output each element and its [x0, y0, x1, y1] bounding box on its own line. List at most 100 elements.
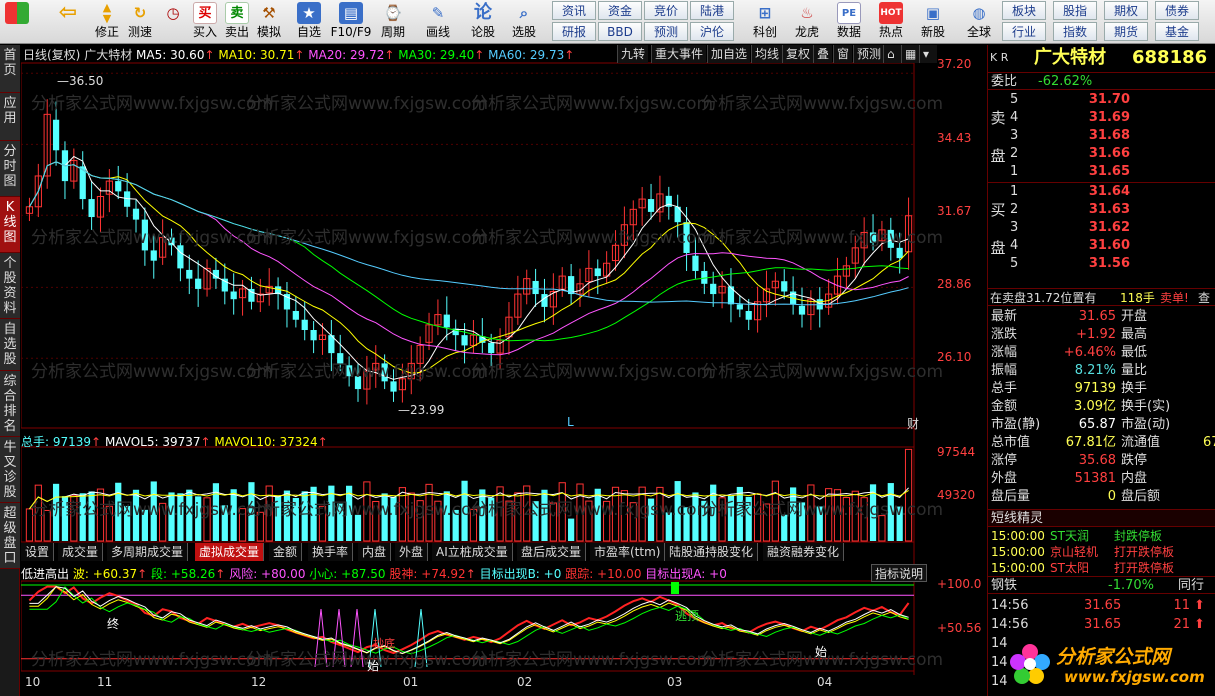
draw-button[interactable]: ✎ 画线: [420, 2, 456, 42]
kline-chart-area[interactable]: 分析家公式网www.fxjgsw.com 分析家公式网www.fxjgsw.co…: [21, 45, 986, 696]
simulate-button[interactable]: ⚒ 模拟: [254, 2, 284, 42]
volume-bar: [52, 483, 60, 541]
draw-label: 画线: [425, 25, 450, 39]
bid-row[interactable]: 1 31.64: [988, 183, 1215, 201]
watchlist-button[interactable]: ★ 自选: [292, 2, 326, 42]
tab-diagnose[interactable]: 牛叉诊股: [0, 437, 20, 503]
overlay-button[interactable]: 叠: [813, 45, 833, 63]
sell-alert-link[interactable]: 查: [1198, 289, 1210, 307]
add-watchlist-button[interactable]: 加自选: [707, 45, 751, 63]
indicator-tab-turnover[interactable]: 换手率: [308, 543, 354, 561]
volume-bar: [816, 506, 823, 541]
tab-profile[interactable]: 个股资料: [0, 253, 20, 319]
total-volume-label: 总手: 97139: [21, 435, 92, 449]
kechuang-button[interactable]: ⊞ 科创: [748, 2, 782, 42]
tick-volume: 11: [1173, 598, 1190, 613]
measure-button[interactable]: ◷: [158, 2, 188, 42]
indicator-tab-multi-volume[interactable]: 多周期成交量: [107, 543, 189, 561]
longhu-button[interactable]: ♨ 龙虎: [790, 2, 824, 42]
sell-alert-row[interactable]: 在卖盘31.72位置有 118手 卖单! 查: [988, 288, 1215, 306]
data-button[interactable]: PE 数据: [832, 2, 866, 42]
industry-button[interactable]: 行业: [1002, 22, 1046, 41]
report-button[interactable]: 研报: [552, 22, 596, 41]
f10-button[interactable]: ▤ F10/F9: [330, 2, 372, 42]
bid-row[interactable]: 2 31.63: [988, 201, 1215, 219]
bid-row[interactable]: 3 31.62: [988, 219, 1215, 237]
tab-kline[interactable]: K线图: [0, 197, 20, 253]
indicator-tab-amount[interactable]: 金额: [269, 543, 303, 561]
up-arrow-icon: ⬆: [1194, 598, 1205, 613]
indicator-tab-virtual-volume[interactable]: 虚拟成交量: [195, 543, 265, 561]
discuss-button[interactable]: 论 论股: [466, 2, 500, 42]
lock-icon[interactable]: ⌂: [883, 45, 901, 63]
window-button[interactable]: 窗: [833, 45, 853, 63]
tab-home[interactable]: 首页: [0, 45, 20, 93]
short-sprite-item[interactable]: 15:00:00 ST太阳 打开跌停板: [988, 559, 1215, 577]
bid-row[interactable]: 4 31.60: [988, 237, 1215, 255]
ask-row[interactable]: 3 31.68: [988, 127, 1215, 145]
volume-bar: [168, 492, 175, 541]
sector-row[interactable]: 钢铁 -1.70% 同行: [988, 576, 1215, 594]
bond-button[interactable]: 债券: [1155, 1, 1199, 20]
indicator-tab-margin[interactable]: 融资融券变化: [763, 543, 845, 561]
newstock-button[interactable]: ▣ 新股: [916, 2, 950, 42]
global-button[interactable]: ◍ 全球: [962, 2, 996, 42]
tab-ranking[interactable]: 综合排名: [0, 371, 20, 437]
indicator-tab-after-hours[interactable]: 盘后成交量: [517, 543, 587, 561]
kline-canvas[interactable]: [21, 45, 986, 696]
logo: 分析家公式网 www.fxjgsw.com: [1008, 638, 1214, 694]
indicator-tab-pe-ttm[interactable]: 市盈率(ttm): [590, 543, 666, 561]
fund-button[interactable]: 资金: [598, 1, 642, 20]
revise-button[interactable]: ↻ 测速: [125, 2, 155, 42]
updown-button[interactable]: ▲ ▼ 修正: [92, 2, 122, 42]
period-button[interactable]: ⌚ 周期: [376, 2, 410, 42]
chevron-down-icon[interactable]: ▾: [919, 45, 937, 63]
shlondon-button[interactable]: 沪伦: [690, 22, 734, 41]
hot-button[interactable]: HOT 热点: [874, 2, 908, 42]
major-events-button[interactable]: 重大事件: [651, 45, 707, 63]
news-button[interactable]: 资讯: [552, 1, 596, 20]
indicator-tab-volume[interactable]: 成交量: [58, 543, 104, 561]
indicator-settings-tab[interactable]: 设置: [21, 543, 55, 561]
options-button[interactable]: 期权: [1104, 1, 1148, 20]
ask-row[interactable]: 4 31.69: [988, 109, 1215, 127]
candle-body: [292, 311, 299, 320]
tab-superquote[interactable]: 超级盘口: [0, 503, 20, 569]
ask-row[interactable]: 2 31.66: [988, 145, 1215, 163]
bbd-button[interactable]: BBD: [598, 22, 642, 41]
ask-row[interactable]: 5 31.70: [988, 91, 1215, 109]
sector-button[interactable]: 板块: [1002, 1, 1046, 20]
indicator-help-button[interactable]: 指标说明: [871, 564, 928, 582]
indicator-tab-outer[interactable]: 外盘: [395, 543, 429, 561]
bid-row[interactable]: 5 31.56: [988, 255, 1215, 273]
sell-button[interactable]: 卖 卖出: [222, 2, 252, 42]
buy-button[interactable]: 买 买入: [190, 2, 220, 42]
volume-bar: [292, 497, 299, 541]
tab-watchlist[interactable]: 自选股: [0, 319, 20, 371]
indicator-tab-ai-volume[interactable]: AI立桩成交量: [432, 543, 513, 561]
ma-setting-button[interactable]: 均线: [751, 45, 783, 63]
back-button[interactable]: ⇦: [50, 2, 86, 42]
hk-button[interactable]: 陆港: [690, 1, 734, 20]
auction-button[interactable]: 竞价: [644, 1, 688, 20]
candle-body: [692, 255, 699, 271]
tab-apps[interactable]: 应用: [0, 93, 20, 141]
ask-row[interactable]: 1 31.65: [988, 163, 1215, 181]
index-button[interactable]: 指数: [1053, 22, 1097, 41]
futures-button[interactable]: 期货: [1104, 22, 1148, 41]
fundlist-button[interactable]: 基金: [1155, 22, 1199, 41]
updown-icon: ▲ ▼: [102, 1, 112, 25]
new-icon[interactable]: ▦: [901, 45, 919, 63]
indicator-tab-hk-connect[interactable]: 陆股通持股变化: [665, 543, 759, 561]
volume-bar: [781, 514, 788, 541]
windows-button[interactable]: [2, 2, 32, 42]
volume-bar: [283, 490, 291, 541]
pick-button[interactable]: ⌕ 选股: [505, 2, 543, 42]
stockindex-button[interactable]: 股指: [1053, 1, 1097, 20]
indicator-tab-inner[interactable]: 内盘: [358, 543, 392, 561]
forecast-menu-button[interactable]: 预测: [853, 45, 885, 63]
forecast-button[interactable]: 预测: [644, 22, 688, 41]
nine-turn-button[interactable]: 九转: [617, 45, 649, 63]
adjust-button[interactable]: 复权: [782, 45, 814, 63]
tab-timeshare[interactable]: 分时图: [0, 141, 20, 197]
